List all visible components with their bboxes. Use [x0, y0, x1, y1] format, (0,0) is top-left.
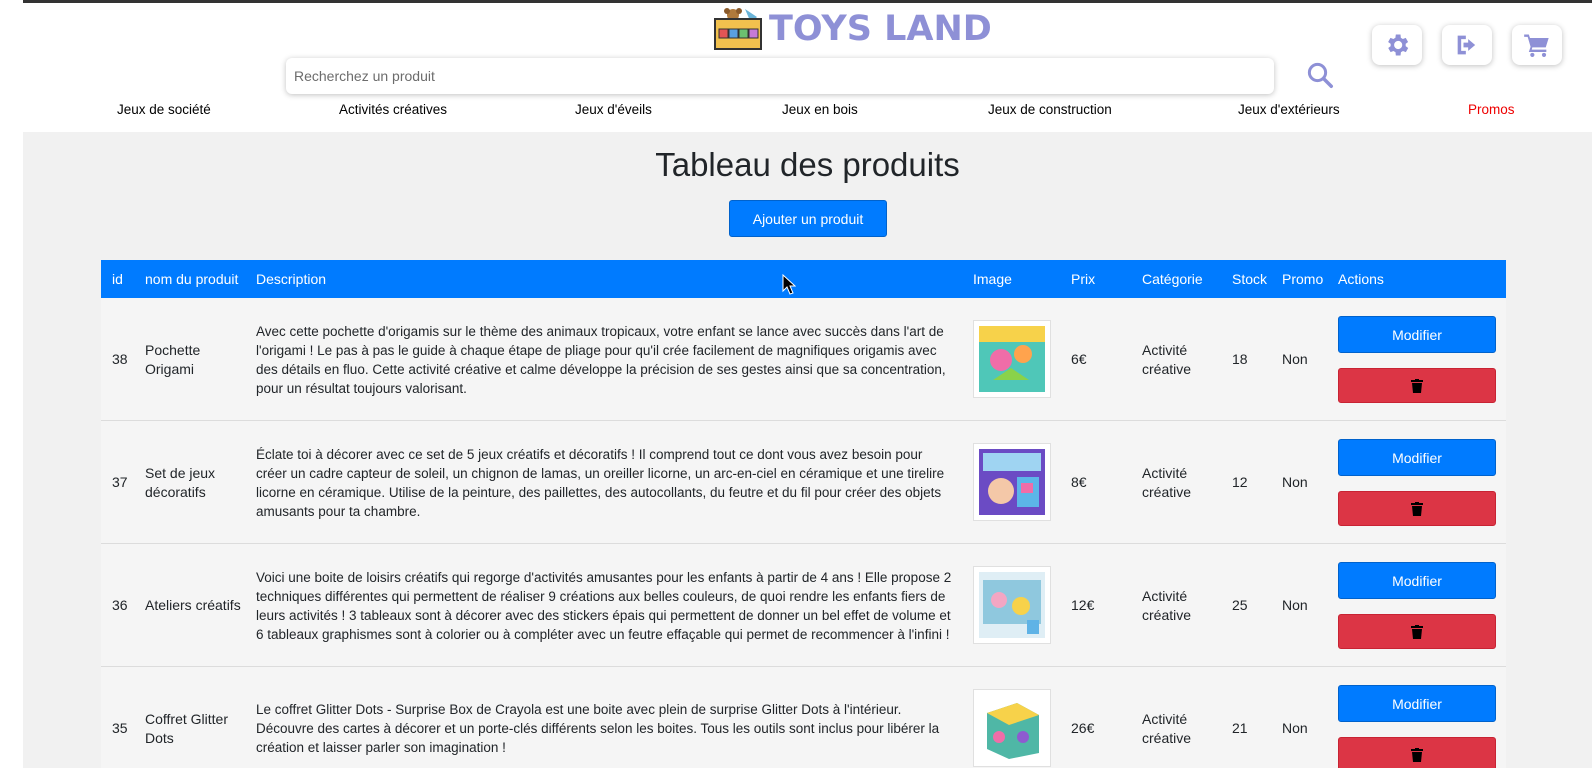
main-content: Tableau des produits Ajouter un produit … [23, 132, 1592, 768]
toy-box-icon [713, 7, 763, 51]
product-image [973, 566, 1051, 644]
row-description: Éclate toi à décorer avec ce set de 5 je… [256, 447, 945, 519]
row-name: Ateliers créatifs [145, 597, 241, 613]
header-name: nom du produit [145, 271, 239, 287]
nav-item-jeux-d-exterieurs[interactable]: Jeux d'extérieurs [1238, 102, 1340, 117]
nav-item-promos[interactable]: Promos [1468, 102, 1515, 117]
cart-icon [1524, 34, 1549, 58]
row-stock: 12 [1232, 474, 1248, 490]
delete-button[interactable] [1338, 491, 1496, 526]
row-name: Set de jeux décoratifs [145, 465, 216, 500]
search-bar [286, 58, 1274, 94]
table-row: 38 Pochette Origami Avec cette pochette … [101, 298, 1506, 421]
page-title: Tableau des produits [655, 146, 960, 183]
table-row: 36 Ateliers créatifs Voici une boite de … [101, 544, 1506, 667]
search-input[interactable] [286, 58, 1274, 94]
header-price: Prix [1071, 271, 1096, 287]
nav-item-jeux-d-eveils[interactable]: Jeux d'éveils [575, 102, 652, 117]
product-image [973, 689, 1051, 767]
nav-item-jeux-en-bois[interactable]: Jeux en bois [782, 102, 858, 117]
row-price: 12€ [1071, 597, 1095, 613]
cart-button[interactable] [1512, 25, 1562, 65]
modify-button[interactable]: Modifier [1338, 685, 1496, 722]
header-actions: Actions [1338, 271, 1384, 287]
modify-button[interactable]: Modifier [1338, 439, 1496, 476]
row-stock: 25 [1232, 597, 1248, 613]
brand-logo[interactable]: TOYS LAND [713, 7, 992, 51]
logout-icon [1457, 35, 1476, 55]
delete-button[interactable] [1338, 614, 1496, 649]
add-product-button[interactable]: Ajouter un produit [729, 200, 887, 237]
header-description: Description [256, 271, 327, 287]
table-header: id nom du produit Description Image Prix… [101, 260, 1506, 298]
row-stock: 18 [1232, 351, 1248, 367]
row-category: Activité créative [1142, 588, 1192, 623]
header-category: Catégorie [1142, 271, 1203, 287]
nav-item-activites-creatives[interactable]: Activités créatives [339, 102, 447, 117]
mouse-cursor-icon [782, 274, 796, 295]
row-price: 6€ [1071, 351, 1087, 367]
row-category: Activité créative [1142, 342, 1192, 377]
row-description: Le coffret Glitter Dots - Surprise Box d… [256, 702, 940, 755]
gear-icon [1388, 34, 1409, 56]
modify-button[interactable]: Modifier [1338, 316, 1496, 353]
search-icon [1307, 62, 1333, 88]
row-id: 35 [112, 720, 128, 736]
nav-item-jeux-de-societe[interactable]: Jeux de société [117, 102, 211, 117]
row-category: Activité créative [1142, 711, 1192, 746]
row-promo: Non [1282, 597, 1308, 613]
category-nav: Jeux de société Activités créatives Jeux… [0, 102, 1569, 120]
row-id: 37 [112, 474, 128, 490]
row-promo: Non [1282, 474, 1308, 490]
header-id: id [112, 271, 123, 287]
row-description: Avec cette pochette d'origamis sur le th… [256, 324, 946, 396]
row-id: 38 [112, 351, 128, 367]
product-image [973, 320, 1051, 398]
brand-name: TOYS LAND [769, 9, 992, 49]
search-button[interactable] [1303, 58, 1337, 92]
settings-button[interactable] [1372, 25, 1422, 65]
row-id: 36 [112, 597, 128, 613]
row-price: 8€ [1071, 474, 1087, 490]
trash-icon [1411, 747, 1423, 762]
nav-item-jeux-de-construction[interactable]: Jeux de construction [988, 102, 1112, 117]
header-promo: Promo [1282, 271, 1324, 287]
trash-icon [1411, 624, 1423, 639]
delete-button[interactable] [1338, 737, 1496, 768]
header-stock: Stock [1232, 271, 1268, 287]
row-category: Activité créative [1142, 465, 1192, 500]
products-table: id nom du produit Description Image Prix… [101, 260, 1506, 768]
row-description: Voici une boite de loisirs créatifs qui … [256, 570, 952, 642]
table-row: 37 Set de jeux décoratifs Éclate toi à d… [101, 421, 1506, 544]
row-stock: 21 [1232, 720, 1248, 736]
modify-button[interactable]: Modifier [1338, 562, 1496, 599]
row-price: 26€ [1071, 720, 1095, 736]
product-image [973, 443, 1051, 521]
row-promo: Non [1282, 351, 1308, 367]
header-image: Image [973, 271, 1012, 287]
trash-icon [1411, 378, 1423, 393]
trash-icon [1411, 501, 1423, 516]
logout-button[interactable] [1442, 25, 1492, 65]
row-promo: Non [1282, 720, 1308, 736]
row-name: Coffret Glitter Dots [145, 711, 228, 746]
delete-button[interactable] [1338, 368, 1496, 403]
table-row: 35 Coffret Glitter Dots Le coffret Glitt… [101, 667, 1506, 768]
row-name: Pochette Origami [145, 342, 201, 377]
